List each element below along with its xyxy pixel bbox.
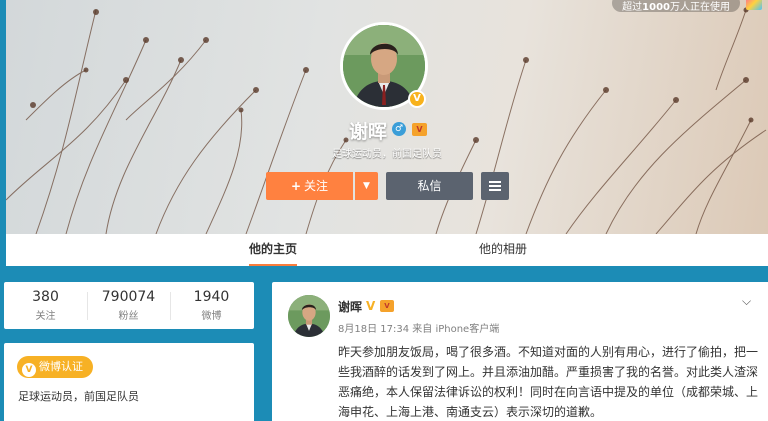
profile-tabs: 他的主页 他的相册 (6, 234, 768, 266)
post-text-line: 些我酒醉的话发到了网上。并且添油加醋。严重损害了我的名誉。对此类人渣深 (338, 365, 759, 379)
stat-value: 1940 (193, 289, 230, 305)
member-level-icon: V (380, 300, 394, 312)
verification-tag[interactable]: V 微博认证 (17, 356, 93, 378)
message-button[interactable]: 私信 (386, 172, 473, 200)
plus-icon: + (290, 179, 302, 193)
post-text: 昨天参加朋友饭局，喝了很多酒。不知道对面的人别有用心，进行了偷拍，把一 些我酒醉… (338, 342, 760, 421)
stat-label: 微博 (201, 311, 222, 322)
user-count-banner: 超过1000万人正在使用 (612, 0, 740, 13)
stats-panel: 380 关注 790074 粉丝 1940 微博 (4, 282, 254, 329)
post-author-avatar[interactable] (288, 295, 330, 337)
stat-posts[interactable]: 1940 微博 (170, 289, 253, 322)
more-menu-button[interactable] (481, 172, 509, 200)
male-gender-icon: ♂ (392, 122, 406, 136)
stat-value: 380 (32, 289, 59, 305)
verification-text: 足球运动员，前国足队员 (18, 390, 139, 403)
profile-name: 谢晖 (349, 121, 388, 143)
tab-home[interactable]: 他的主页 (249, 234, 298, 266)
verified-v-icon: V (22, 363, 36, 377)
app-logo-icon[interactable] (746, 0, 762, 10)
verified-v-icon: V (366, 299, 376, 313)
post-text-line: 海申花、上海上港、南通支云）表示深切的道歉。 (338, 405, 603, 419)
chevron-down-icon[interactable]: ⌵ (742, 294, 751, 309)
post-text-line: 恶痛绝，本人保留法律诉讼的权利！同时在向言语中提及的单位（成都荣城、上 (338, 385, 759, 399)
verified-badge-icon: V (408, 90, 426, 108)
stat-following[interactable]: 380 关注 (4, 289, 87, 322)
stat-followers[interactable]: 790074 粉丝 (87, 289, 170, 322)
caret-down-icon: ▼ (363, 181, 370, 191)
post-text-line: 昨天参加朋友饭局，喝了很多酒。不知道对面的人别有用心，进行了偷拍，把一 (338, 345, 759, 359)
post-meta[interactable]: 8月18日 17:34 来自 iPhone客户端 (338, 320, 499, 335)
member-level-icon: V (412, 123, 427, 136)
follow-dropdown-button[interactable]: ▼ (355, 172, 378, 200)
stat-label: 粉丝 (118, 311, 139, 322)
tab-photos[interactable]: 他的相册 (479, 234, 527, 266)
banner-number: 1000 (642, 2, 670, 13)
verification-panel: V 微博认证 足球运动员，前国足队员 (4, 343, 254, 421)
stat-value: 790074 (101, 289, 156, 305)
weibo-post-card: 谢晖 V V 8月18日 17:34 来自 iPhone客户端 ⌵ 昨天参加朋友… (272, 282, 768, 421)
profile-description: 足球运动员，前国足队员 (332, 149, 442, 160)
banner-prefix: 超过 (622, 2, 643, 13)
banner-suffix: 万人正在使用 (670, 2, 730, 13)
stat-label: 关注 (35, 311, 56, 322)
verification-tag-label: 微博认证 (39, 360, 83, 373)
follow-label: 关注 (304, 179, 329, 193)
post-author-name[interactable]: 谢晖 (338, 298, 362, 315)
follow-button[interactable]: + 关注 (266, 172, 353, 200)
